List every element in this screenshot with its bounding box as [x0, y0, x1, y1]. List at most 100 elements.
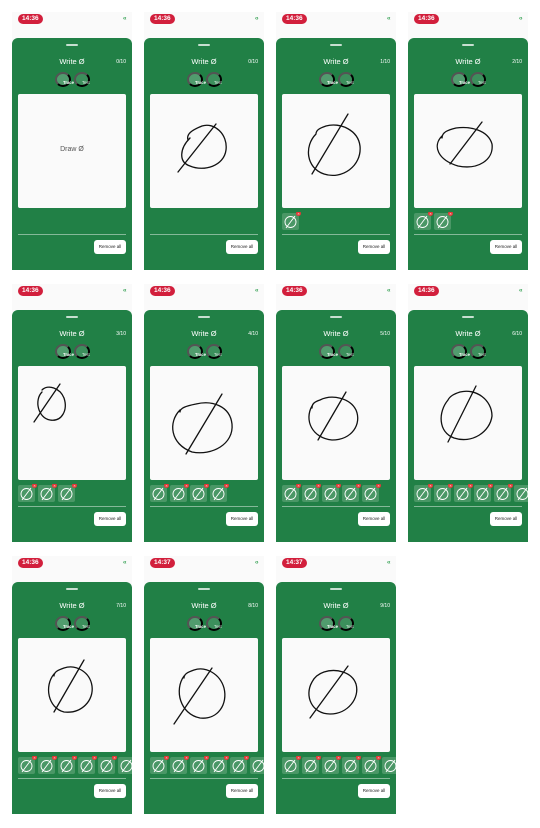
attempt-thumbnail[interactable]: × — [58, 756, 77, 774]
delete-attempt-badge[interactable]: × — [448, 212, 453, 216]
attempt-thumbnail[interactable]: × — [342, 756, 361, 774]
delete-attempt-badge[interactable]: × — [204, 756, 209, 760]
attempt-thumbnail[interactable]: × — [18, 484, 37, 502]
delete-attempt-badge[interactable]: × — [376, 756, 381, 760]
delete-attempt-badge[interactable]: × — [356, 756, 361, 760]
delete-attempt-badge[interactable]: × — [224, 484, 229, 488]
trace-mode-button[interactable]: Trace — [319, 616, 338, 631]
delete-attempt-badge[interactable]: × — [468, 484, 473, 488]
attempt-thumbnail[interactable]: × — [150, 484, 169, 502]
trace-mode-button[interactable]: Trace — [187, 72, 206, 87]
delete-attempt-badge[interactable]: × — [92, 756, 97, 760]
attempt-thumbnail[interactable]: × — [474, 484, 493, 502]
attempt-thumbnail[interactable]: × — [322, 484, 341, 502]
attempt-thumbnail[interactable]: × — [170, 756, 189, 774]
attempt-thumbnail[interactable]: × — [98, 756, 117, 774]
delete-attempt-badge[interactable]: × — [428, 484, 433, 488]
drawing-canvas[interactable] — [18, 366, 126, 480]
sheet-grabber[interactable] — [198, 588, 210, 590]
attempt-thumbnail[interactable]: × — [210, 484, 229, 502]
delete-attempt-badge[interactable]: × — [184, 484, 189, 488]
delete-attempt-badge[interactable]: × — [296, 756, 301, 760]
attempt-thumbnail[interactable]: × — [454, 484, 473, 502]
delete-attempt-badge[interactable]: × — [52, 484, 57, 488]
attempt-thumbnail[interactable]: × — [362, 756, 381, 774]
drawing-canvas[interactable] — [150, 366, 258, 480]
delete-attempt-badge[interactable]: × — [32, 484, 37, 488]
delete-attempt-badge[interactable]: × — [448, 484, 453, 488]
trace-mode-button[interactable]: Trace — [55, 616, 74, 631]
sheet-grabber[interactable] — [66, 44, 78, 46]
test-mode-button[interactable]: Test — [74, 344, 90, 359]
delete-attempt-badge[interactable]: × — [72, 484, 77, 488]
test-mode-button[interactable]: Test — [338, 616, 354, 631]
delete-attempt-badge[interactable]: × — [336, 484, 341, 488]
attempt-thumbnail[interactable]: × — [494, 484, 513, 502]
test-mode-button[interactable]: Test — [470, 72, 486, 87]
delete-attempt-badge[interactable]: × — [112, 756, 117, 760]
remove-all-button[interactable]: Remove all — [358, 240, 390, 254]
attempt-thumbnail[interactable]: × — [434, 484, 453, 502]
trace-mode-button[interactable]: Trace — [319, 344, 338, 359]
delete-attempt-badge[interactable]: × — [356, 484, 361, 488]
attempt-thumbnail[interactable]: × — [342, 484, 361, 502]
drawing-canvas[interactable] — [414, 366, 522, 480]
test-mode-button[interactable]: Test — [470, 344, 486, 359]
sheet-grabber[interactable] — [66, 316, 78, 318]
attempt-thumbnail[interactable]: × — [302, 484, 321, 502]
attempt-thumbnail[interactable]: × — [210, 756, 229, 774]
trace-mode-button[interactable]: Trace — [319, 72, 338, 87]
remove-all-button[interactable]: Remove all — [94, 512, 126, 526]
attempt-thumbnail[interactable]: × — [78, 756, 97, 774]
delete-attempt-badge[interactable]: × — [508, 484, 513, 488]
sheet-grabber[interactable] — [462, 44, 474, 46]
trace-mode-button[interactable]: Trace — [55, 344, 74, 359]
delete-attempt-badge[interactable]: × — [244, 756, 249, 760]
test-mode-button[interactable]: Test — [206, 616, 222, 631]
remove-all-button[interactable]: Remove all — [94, 240, 126, 254]
drawing-canvas[interactable] — [282, 638, 390, 752]
delete-attempt-badge[interactable]: × — [316, 756, 321, 760]
attempt-thumbnail[interactable]: × — [282, 484, 301, 502]
delete-attempt-badge[interactable]: × — [376, 484, 381, 488]
remove-all-button[interactable]: Remove all — [490, 240, 522, 254]
remove-all-button[interactable]: Remove all — [358, 784, 390, 798]
sheet-grabber[interactable] — [330, 44, 342, 46]
attempt-thumbnail[interactable]: × — [38, 484, 57, 502]
attempt-thumbnail[interactable]: × — [170, 484, 189, 502]
drawing-canvas[interactable] — [150, 638, 258, 752]
sheet-grabber[interactable] — [462, 316, 474, 318]
attempt-thumbnail[interactable]: × — [514, 485, 528, 502]
drawing-canvas[interactable] — [414, 94, 522, 208]
attempt-thumbnail[interactable]: × — [414, 212, 433, 230]
attempt-thumbnail[interactable]: × — [282, 756, 301, 774]
test-mode-button[interactable]: Test — [338, 72, 354, 87]
delete-attempt-badge[interactable]: × — [296, 484, 301, 488]
delete-attempt-badge[interactable]: × — [52, 756, 57, 760]
delete-attempt-badge[interactable]: × — [204, 484, 209, 488]
trace-mode-button[interactable]: Trace — [451, 344, 470, 359]
delete-attempt-badge[interactable]: × — [336, 756, 341, 760]
test-mode-button[interactable]: Test — [74, 616, 90, 631]
delete-attempt-badge[interactable]: × — [164, 484, 169, 488]
attempt-thumbnail[interactable]: × — [18, 756, 37, 774]
trace-mode-button[interactable]: Trace — [187, 344, 206, 359]
delete-attempt-badge[interactable]: × — [164, 756, 169, 760]
sheet-grabber[interactable] — [198, 44, 210, 46]
remove-all-button[interactable]: Remove all — [94, 784, 126, 798]
sheet-grabber[interactable] — [66, 588, 78, 590]
attempt-thumbnail[interactable]: × — [190, 484, 209, 502]
delete-attempt-badge[interactable]: × — [428, 212, 433, 216]
attempt-thumbnail[interactable]: × — [118, 757, 132, 774]
delete-attempt-badge[interactable]: × — [32, 756, 37, 760]
sheet-grabber[interactable] — [330, 588, 342, 590]
sheet-grabber[interactable] — [330, 316, 342, 318]
attempt-thumbnail[interactable]: × — [250, 757, 264, 774]
trace-mode-button[interactable]: Trace — [187, 616, 206, 631]
test-mode-button[interactable]: Test — [206, 344, 222, 359]
drawing-canvas[interactable]: Draw Ø — [18, 94, 126, 208]
delete-attempt-badge[interactable]: × — [184, 756, 189, 760]
attempt-thumbnail[interactable]: × — [382, 757, 396, 774]
drawing-canvas[interactable] — [282, 94, 390, 208]
remove-all-button[interactable]: Remove all — [226, 512, 258, 526]
